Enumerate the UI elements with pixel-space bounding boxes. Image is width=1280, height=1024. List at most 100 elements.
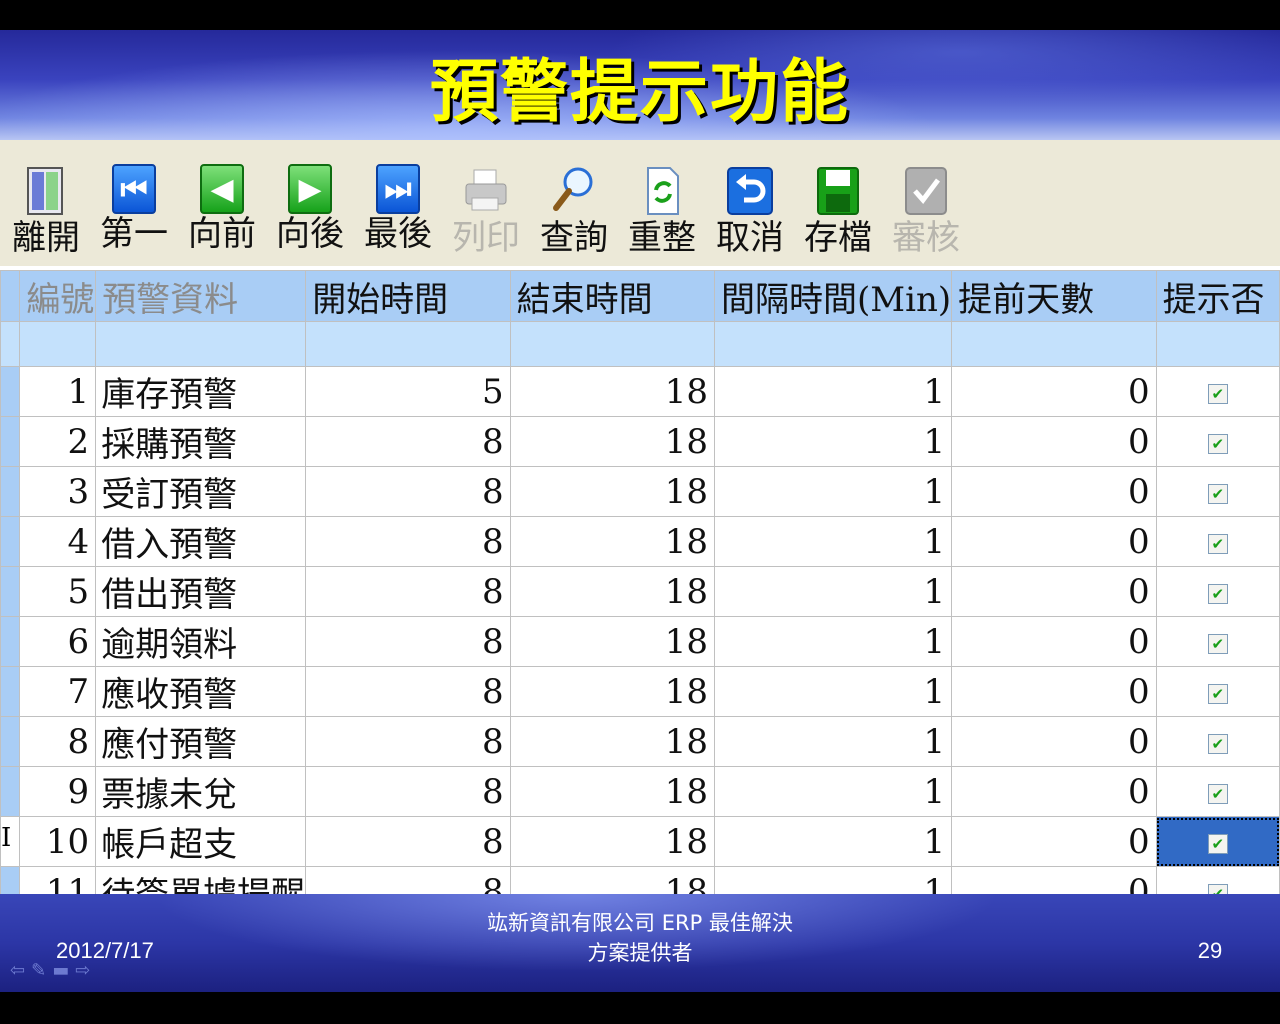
cell-id[interactable]: 7 [19, 666, 97, 717]
last-button[interactable]: ⏭ 最後 [358, 150, 438, 262]
table-row[interactable]: 7 應收預警 8 18 1 0 ✔ [0, 666, 1280, 717]
cell-interval[interactable]: 1 [714, 516, 953, 567]
cell-advance-days[interactable]: 0 [951, 566, 1157, 617]
cell-notify[interactable]: ✔ [1155, 566, 1280, 617]
cell-end-time[interactable]: 18 [509, 666, 716, 717]
cell-id[interactable]: 6 [19, 616, 97, 667]
cell-warning-data[interactable]: 票據未兌 [95, 766, 307, 817]
column-header-interval[interactable]: 間隔時間(Min) [714, 270, 953, 322]
cell-end-time[interactable]: 18 [509, 516, 716, 567]
notify-checkbox[interactable]: ✔ [1207, 483, 1228, 504]
row-header[interactable] [0, 716, 21, 767]
cell-interval[interactable]: 1 [714, 716, 953, 767]
cell-warning-data[interactable]: 受訂預警 [95, 466, 307, 517]
save-button[interactable]: 存檔 [798, 150, 878, 262]
cell-start-time[interactable]: 8 [305, 816, 511, 867]
cell-advance-days[interactable]: 0 [951, 366, 1157, 417]
row-header[interactable] [0, 566, 21, 617]
cell-warning-data[interactable]: 逾期領料 [95, 616, 307, 667]
filter-cell-start-time[interactable] [305, 321, 511, 367]
cell-id[interactable]: 1 [19, 366, 97, 417]
table-row[interactable]: 6 逾期領料 8 18 1 0 ✔ [0, 616, 1280, 667]
cell-advance-days[interactable]: 0 [951, 666, 1157, 717]
cell-end-time[interactable]: 18 [509, 766, 716, 817]
notify-checkbox[interactable]: ✔ [1207, 383, 1228, 404]
cell-notify[interactable]: ✔ [1155, 716, 1280, 767]
exit-button[interactable]: 離開 [6, 150, 86, 262]
cell-warning-data[interactable]: 採購預警 [95, 416, 307, 467]
cell-end-time[interactable]: 18 [509, 416, 716, 467]
notify-checkbox[interactable]: ✔ [1207, 833, 1228, 854]
cell-end-time[interactable]: 18 [509, 366, 716, 417]
previous-button[interactable]: ◀ 向前 [182, 150, 262, 262]
cell-warning-data[interactable]: 借出預警 [95, 566, 307, 617]
arrow-left-icon[interactable]: ⇦ [10, 960, 31, 981]
cell-id[interactable]: 10 [19, 816, 97, 867]
column-header-id[interactable]: 編號 [19, 270, 97, 322]
cell-notify[interactable]: ✔ [1155, 666, 1280, 717]
cell-end-time[interactable]: 18 [509, 616, 716, 667]
filter-cell-end-time[interactable] [509, 321, 716, 367]
table-row[interactable]: 4 借入預警 8 18 1 0 ✔ [0, 516, 1280, 567]
column-header-notify[interactable]: 提示否 [1155, 270, 1280, 322]
cell-end-time[interactable]: 18 [509, 716, 716, 767]
row-header[interactable] [0, 516, 21, 567]
notify-checkbox[interactable]: ✔ [1207, 533, 1228, 554]
cell-notify[interactable]: ✔ [1155, 816, 1280, 867]
row-header[interactable] [0, 366, 21, 417]
column-header-warning-data[interactable]: 預警資料 [95, 270, 307, 322]
cell-start-time[interactable]: 8 [305, 466, 511, 517]
notify-checkbox[interactable]: ✔ [1207, 433, 1228, 454]
cell-start-time[interactable]: 8 [305, 766, 511, 817]
row-header[interactable] [0, 616, 21, 667]
filter-cell-advance-days[interactable] [951, 321, 1157, 367]
cell-interval[interactable]: 1 [714, 816, 953, 867]
cell-id[interactable]: 2 [19, 416, 97, 467]
first-button[interactable]: ⏮ 第一 [94, 150, 174, 262]
print-button[interactable]: 列印 [446, 150, 526, 262]
cell-advance-days[interactable]: 0 [951, 616, 1157, 667]
notify-checkbox[interactable]: ✔ [1207, 733, 1228, 754]
filter-cell-interval[interactable] [714, 321, 953, 367]
row-header[interactable]: I [0, 816, 21, 867]
column-header-end-time[interactable]: 結束時間 [509, 270, 716, 322]
table-row[interactable]: 3 受訂預警 8 18 1 0 ✔ [0, 466, 1280, 517]
notify-checkbox[interactable]: ✔ [1207, 783, 1228, 804]
cell-id[interactable]: 4 [19, 516, 97, 567]
cell-warning-data[interactable]: 應收預警 [95, 666, 307, 717]
table-row[interactable]: I 10 帳戶超支 8 18 1 0 ✔ [0, 816, 1280, 867]
cell-notify[interactable]: ✔ [1155, 516, 1280, 567]
cell-interval[interactable]: 1 [714, 766, 953, 817]
cell-warning-data[interactable]: 庫存預警 [95, 366, 307, 417]
cell-notify[interactable]: ✔ [1155, 466, 1280, 517]
cell-interval[interactable]: 1 [714, 416, 953, 467]
table-row[interactable]: 1 庫存預警 5 18 1 0 ✔ [0, 366, 1280, 417]
cell-interval[interactable]: 1 [714, 366, 953, 417]
cell-id[interactable]: 3 [19, 466, 97, 517]
row-header[interactable] [0, 416, 21, 467]
cancel-button[interactable]: 取消 [710, 150, 790, 262]
cell-start-time[interactable]: 8 [305, 416, 511, 467]
cell-interval[interactable]: 1 [714, 616, 953, 667]
cell-id[interactable]: 9 [19, 766, 97, 817]
row-header[interactable] [0, 466, 21, 517]
cell-advance-days[interactable]: 0 [951, 766, 1157, 817]
cell-start-time[interactable]: 8 [305, 666, 511, 717]
column-header-advance-days[interactable]: 提前天數 [951, 270, 1157, 322]
cell-notify[interactable]: ✔ [1155, 766, 1280, 817]
cell-interval[interactable]: 1 [714, 666, 953, 717]
table-row[interactable]: 9 票據未兌 8 18 1 0 ✔ [0, 766, 1280, 817]
cell-advance-days[interactable]: 0 [951, 466, 1157, 517]
cell-start-time[interactable]: 8 [305, 716, 511, 767]
notify-checkbox[interactable]: ✔ [1207, 633, 1228, 654]
filter-cell-id[interactable] [19, 321, 97, 367]
row-header[interactable] [0, 666, 21, 717]
cell-start-time[interactable]: 5 [305, 366, 511, 417]
cell-id[interactable]: 8 [19, 716, 97, 767]
cell-end-time[interactable]: 18 [509, 566, 716, 617]
filter-cell-warning-data[interactable] [95, 321, 307, 367]
table-row[interactable]: 8 應付預警 8 18 1 0 ✔ [0, 716, 1280, 767]
cell-advance-days[interactable]: 0 [951, 716, 1157, 767]
cell-start-time[interactable]: 8 [305, 566, 511, 617]
notify-checkbox[interactable]: ✔ [1207, 683, 1228, 704]
